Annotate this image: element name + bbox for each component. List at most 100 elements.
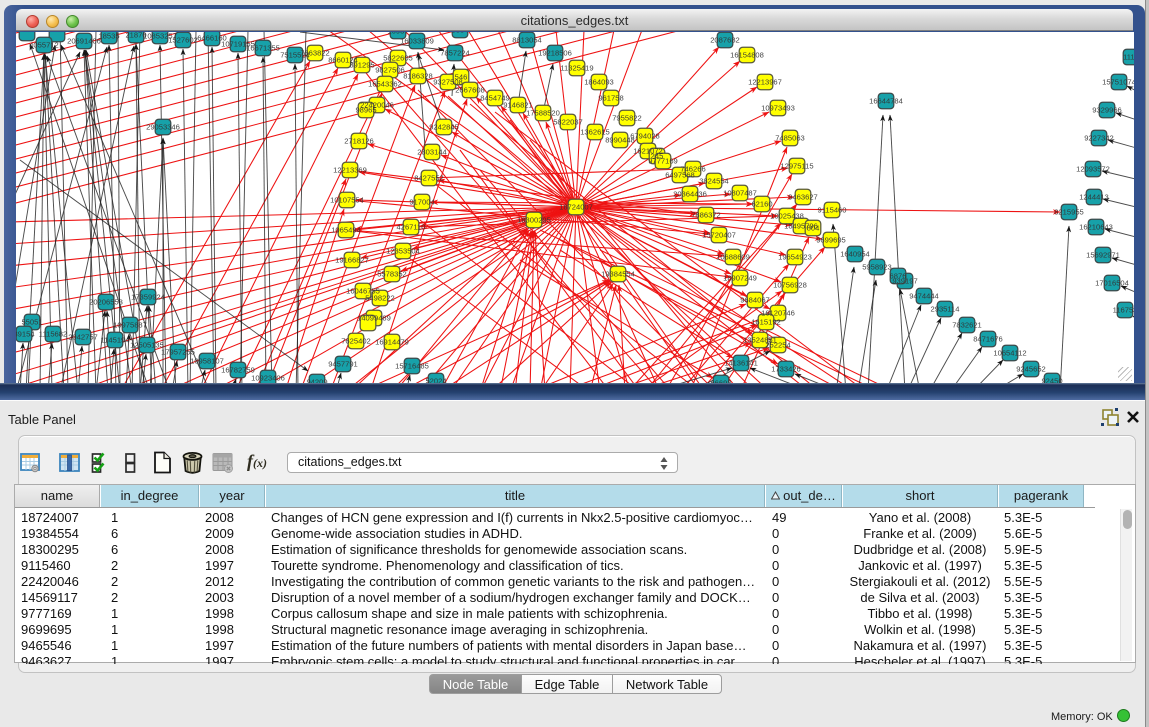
svg-text:252254: 252254 (765, 340, 790, 349)
svg-text:14099489: 14099489 (357, 313, 391, 322)
svg-text:19218506: 19218506 (538, 48, 572, 57)
svg-text:2087682: 2087682 (710, 35, 740, 44)
svg-text:7663822: 7663822 (300, 48, 330, 57)
svg-text:116753: 116753 (1113, 305, 1134, 314)
svg-text:9827506: 9827506 (375, 65, 405, 74)
svg-text:6794028: 6794028 (630, 131, 660, 140)
svg-text:16120746: 16120746 (761, 308, 795, 317)
svg-text:19384554: 19384554 (601, 269, 635, 278)
svg-text:891295: 891295 (349, 60, 374, 69)
svg-text:8834: 8834 (452, 32, 469, 34)
svg-text:5822605: 5822605 (383, 53, 413, 62)
svg-text:1115682: 1115682 (39, 329, 67, 338)
svg-text:16154808: 16154808 (730, 50, 764, 59)
svg-text:15720407: 15720407 (702, 230, 736, 239)
svg-text:10975887: 10975887 (113, 320, 147, 329)
svg-text:917004: 917004 (409, 197, 434, 206)
svg-text:3824554: 3824554 (699, 176, 729, 185)
svg-text:9474444: 9474444 (909, 291, 939, 300)
svg-text:55051: 55051 (21, 317, 42, 326)
svg-text:10973493: 10973493 (761, 103, 795, 112)
svg-text:19654923: 19654923 (778, 252, 812, 261)
svg-text:10756928: 10756928 (773, 280, 807, 289)
svg-text:961758: 961758 (598, 93, 623, 102)
svg-text:1244413: 1244413 (1079, 192, 1109, 201)
svg-text:20691406: 20691406 (67, 36, 101, 45)
svg-text:7857224: 7857224 (440, 48, 470, 57)
svg-text:18724007: 18724007 (559, 202, 593, 211)
svg-text:15692971: 15692971 (1086, 250, 1120, 259)
svg-text:12505135: 12505135 (130, 340, 164, 349)
svg-text:1117: 1117 (1123, 52, 1134, 61)
svg-text:7625402: 7625402 (341, 336, 371, 345)
svg-text:1527602: 1527602 (168, 35, 198, 44)
svg-text:18300295: 18300295 (517, 215, 551, 224)
svg-text:8813054: 8813054 (512, 35, 542, 44)
svg-text:17588520: 17588520 (526, 108, 560, 117)
svg-text:16644784: 16644784 (869, 96, 903, 105)
svg-text:2803144: 2803144 (417, 147, 447, 156)
svg-text:52024: 52024 (425, 376, 446, 383)
svg-text:17016504: 17016504 (1095, 278, 1129, 287)
svg-text:8186328: 8186328 (403, 71, 433, 80)
svg-text:17957255: 17957255 (161, 347, 195, 356)
svg-text:10688609: 10688609 (716, 252, 750, 261)
svg-text:1145194: 1145194 (101, 335, 130, 344)
svg-text:5958923: 5958923 (862, 262, 892, 271)
svg-text:9463627: 9463627 (788, 192, 818, 201)
svg-text:9329966: 9329966 (1092, 105, 1122, 114)
svg-text:14136141: 14136141 (724, 358, 758, 367)
svg-text:9115460: 9115460 (818, 205, 847, 214)
svg-text:16914479: 16914479 (375, 337, 409, 346)
svg-text:29053346: 29053346 (146, 122, 180, 131)
svg-text:20364436: 20364436 (673, 189, 707, 198)
svg-text:5822037: 5822037 (553, 117, 583, 126)
svg-text:4267110: 4267110 (397, 222, 426, 231)
svg-text:10654112: 10654112 (993, 348, 1026, 357)
svg-text:7955822: 7955822 (612, 113, 642, 122)
svg-text:16671355: 16671355 (246, 43, 280, 52)
svg-text:2942757: 2942757 (68, 332, 98, 341)
svg-text:15716485: 15716485 (395, 361, 429, 370)
svg-text:10807487: 10807487 (723, 188, 757, 197)
svg-text:10958107: 10958107 (190, 356, 224, 365)
svg-text:15751074: 15751074 (1102, 77, 1134, 86)
svg-text:9245652: 9245652 (1016, 364, 1046, 373)
svg-text:20206553: 20206553 (89, 297, 123, 306)
svg-text:1864093: 1864093 (584, 77, 614, 86)
svg-text:9457791: 9457791 (328, 359, 358, 368)
svg-text:10923406: 10923406 (251, 373, 285, 382)
svg-text:16210643: 16210643 (1079, 222, 1113, 231)
svg-text:10107554: 10107554 (330, 195, 364, 204)
svg-text:6876: 6876 (890, 271, 907, 280)
svg-text:11325419: 11325419 (560, 63, 593, 72)
svg-text:5498222: 5498222 (365, 293, 395, 302)
svg-text:9684067: 9684067 (740, 295, 770, 304)
svg-text:12975115: 12975115 (780, 161, 813, 170)
svg-text:2718126: 2718126 (344, 136, 374, 145)
svg-text:9227342: 9227342 (1084, 133, 1114, 142)
svg-text:19166827: 19166827 (335, 255, 369, 264)
svg-text:12353504: 12353504 (386, 246, 420, 255)
svg-text:18535: 18535 (98, 32, 119, 40)
svg-text:746266: 746266 (680, 164, 705, 173)
svg-text:16782759: 16782759 (221, 365, 255, 374)
svg-text:9699695: 9699695 (816, 235, 846, 244)
svg-text:1065494: 1065494 (331, 225, 361, 234)
svg-text:7832621: 7832621 (952, 320, 982, 329)
svg-text:18907249: 18907249 (723, 273, 757, 282)
svg-text:1615192: 1615192 (751, 317, 781, 326)
svg-text:12213967: 12213967 (748, 77, 782, 86)
svg-text:4055712: 4055712 (29, 40, 59, 49)
svg-text:5578352: 5578352 (377, 269, 407, 278)
svg-text:16033809: 16033809 (400, 36, 434, 45)
svg-text:7886372: 7886372 (691, 210, 721, 219)
svg-text:9777169: 9777169 (648, 156, 678, 165)
svg-text:8427552: 8427552 (414, 173, 444, 182)
svg-text:804: 804 (807, 223, 820, 232)
svg-text:98965: 98965 (355, 105, 376, 114)
svg-text:92450: 92450 (1041, 376, 1062, 383)
svg-text:7485063: 7485063 (775, 133, 805, 142)
svg-text:39154: 39154 (16, 329, 35, 338)
svg-text:10025438: 10025438 (770, 211, 804, 220)
